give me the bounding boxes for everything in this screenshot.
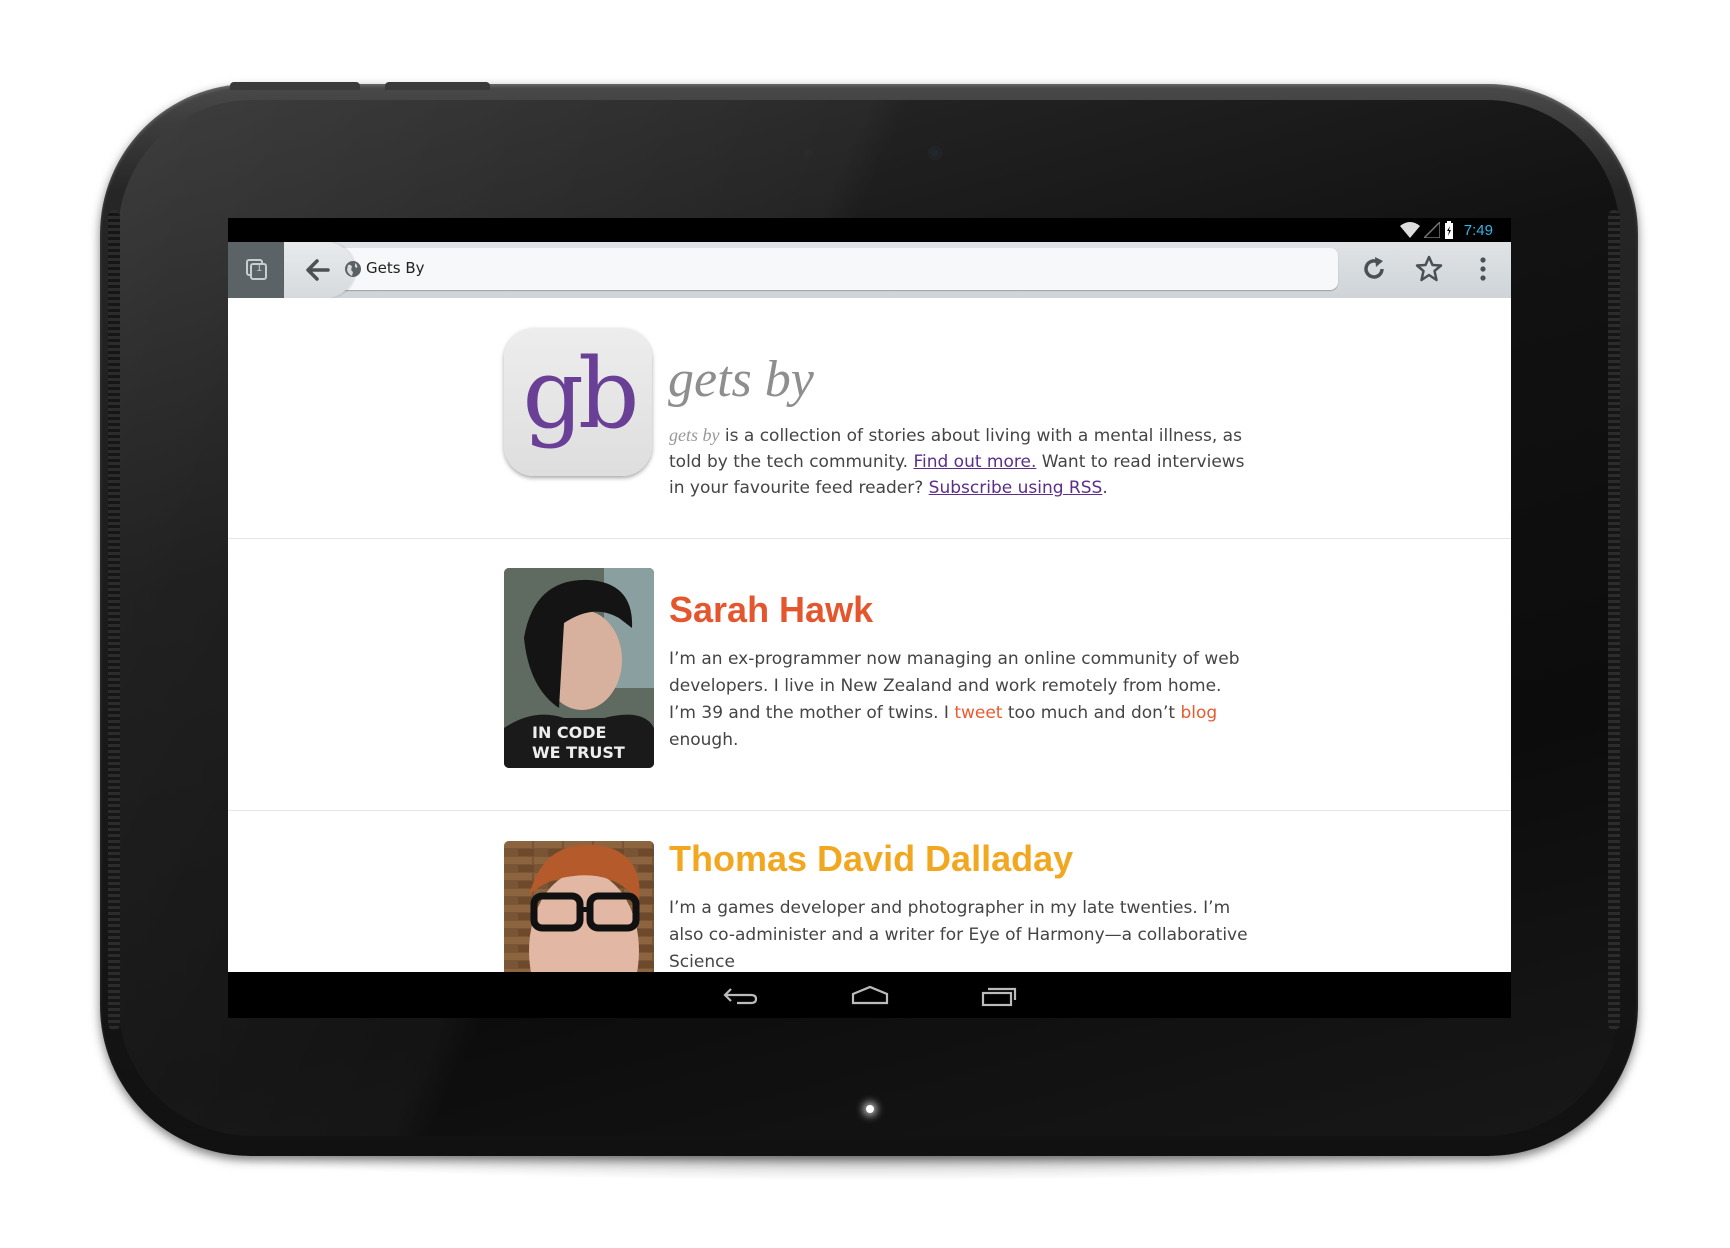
light-sensor — [803, 149, 813, 159]
tab-switcher-button[interactable]: 1 — [228, 242, 286, 298]
reload-icon[interactable] — [1359, 254, 1389, 284]
person-entry: IN CODE WE TRUST Sarah Hawk I’m an ex-pr… — [228, 539, 1511, 811]
intro-site-name: gets by — [669, 425, 720, 445]
nav-back-icon[interactable] — [723, 985, 759, 1005]
left-speaker-grille — [108, 210, 120, 1030]
omnibox[interactable]: Gets By — [284, 242, 1338, 298]
tweet-link[interactable]: tweet — [954, 703, 1002, 723]
person-photo[interactable]: IN CODE WE TRUST — [504, 568, 654, 768]
person-bio: I’m an ex-programmer now managing an onl… — [669, 646, 1249, 754]
person-entry: Thomas David Dalladay I’m a games develo… — [228, 811, 1511, 972]
power-button — [385, 82, 490, 90]
bookmark-star-icon[interactable] — [1414, 254, 1444, 284]
portrait-illustration — [504, 841, 654, 972]
person-bio: I’m a games developer and photographer i… — [669, 898, 1248, 972]
android-nav-bar — [228, 972, 1511, 1018]
back-arrow-icon — [306, 259, 330, 281]
find-out-more-link[interactable]: Find out more. — [913, 452, 1036, 472]
volume-button — [230, 82, 360, 90]
site-header: gb gets by gets by is a collection of st… — [228, 298, 1511, 539]
shirt-text-line-2: WE TRUST — [532, 743, 625, 762]
battery-icon — [1444, 221, 1453, 239]
blog-link[interactable]: blog — [1180, 703, 1217, 723]
wifi-icon — [1399, 222, 1420, 238]
tablet-screen: 7:49 1 Gets By gb gets by gets by is a c… — [228, 218, 1511, 1018]
signal-icon — [1423, 222, 1440, 238]
right-speaker-grille — [1608, 210, 1620, 1030]
person-photo[interactable] — [504, 841, 654, 972]
bio-text-2: too much and don’t — [1002, 703, 1181, 723]
tab-count: 1 — [256, 263, 263, 274]
site-intro: gets by is a collection of stories about… — [669, 422, 1249, 501]
url-title: Gets By — [366, 259, 425, 277]
overflow-menu-icon[interactable] — [1477, 254, 1489, 284]
site-title: gets by — [668, 351, 814, 408]
notification-led — [866, 1105, 874, 1113]
subscribe-rss-link[interactable]: Subscribe using RSS — [929, 478, 1103, 498]
shirt-text-line-1: IN CODE — [532, 723, 606, 742]
browser-toolbar: 1 Gets By — [228, 242, 1511, 299]
globe-icon — [345, 261, 361, 277]
front-camera — [928, 146, 942, 160]
status-bar: 7:49 — [228, 218, 1511, 242]
person-name[interactable]: Thomas David Dalladay — [669, 838, 1073, 880]
logo-text: gb — [522, 338, 640, 450]
web-page: gb gets by gets by is a collection of st… — [228, 298, 1511, 972]
status-clock: 7:49 — [1463, 221, 1493, 239]
person-name[interactable]: Sarah Hawk — [669, 589, 873, 631]
nav-home-icon[interactable] — [851, 985, 889, 1005]
bio-text-3: enough. — [669, 730, 739, 750]
site-logo[interactable]: gb — [504, 328, 652, 476]
intro-text-3: . — [1102, 478, 1108, 498]
nav-recents-icon[interactable] — [981, 985, 1017, 1007]
status-icons: 7:49 — [1399, 221, 1493, 239]
portrait-illustration: IN CODE WE TRUST — [504, 568, 654, 768]
